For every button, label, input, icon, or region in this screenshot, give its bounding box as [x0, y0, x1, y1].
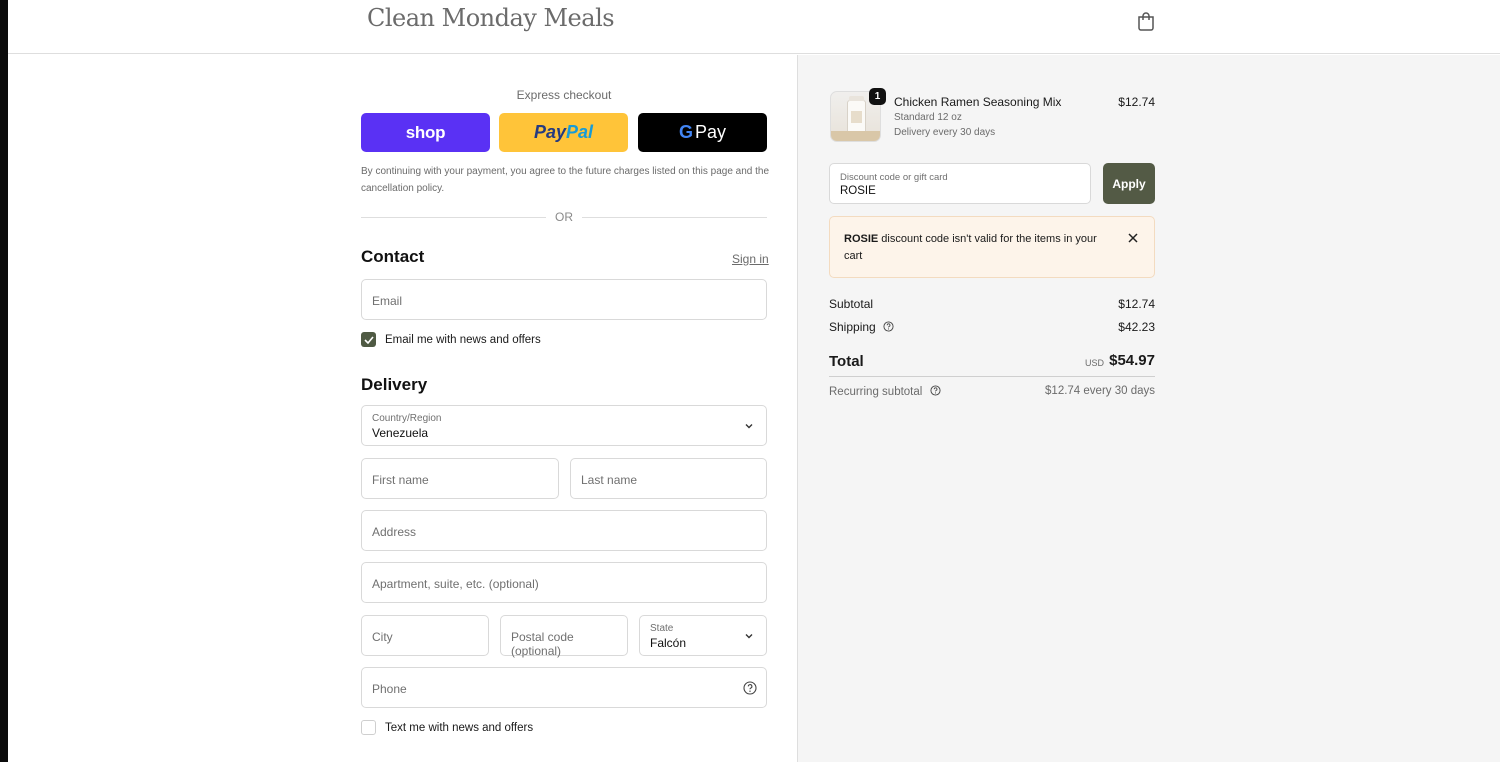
- total-value: $54.97: [1109, 352, 1155, 369]
- total-label: Total: [829, 353, 864, 370]
- discount-error-text: ROSIE discount code isn't valid for the …: [844, 231, 1114, 265]
- email-field[interactable]: Email: [361, 279, 767, 320]
- checkmark-icon: [363, 335, 374, 344]
- chevron-down-icon: [745, 424, 753, 429]
- country-select[interactable]: Country/Region Venezuela: [361, 405, 767, 446]
- help-circle-icon[interactable]: [929, 385, 941, 396]
- shipping-label: Shipping: [829, 320, 876, 334]
- city-placeholder: City: [372, 630, 393, 644]
- discount-error-code: ROSIE: [844, 233, 879, 245]
- paypal-label-pal: Pal: [566, 122, 594, 142]
- delivery-heading: Delivery: [361, 375, 428, 394]
- total-divider: [829, 376, 1155, 377]
- close-icon[interactable]: [1127, 232, 1139, 244]
- help-circle-icon[interactable]: [883, 321, 894, 332]
- apply-button[interactable]: Apply: [1103, 163, 1155, 204]
- subtotal-value: $12.74: [1118, 297, 1155, 311]
- subtotal-label: Subtotal: [829, 297, 874, 311]
- shop-pay-label: shop: [405, 122, 446, 142]
- payment-terms-text: By continuing with your payment, you agr…: [361, 166, 770, 194]
- discount-error-message: discount code isn't valid for the items …: [844, 233, 1097, 262]
- product-variant: Standard 12 oz: [894, 112, 962, 123]
- total-row: Total USD $54.97: [829, 351, 1155, 373]
- text-optin-label[interactable]: Text me with news and offers: [385, 722, 533, 734]
- email-optin-label[interactable]: Email me with news and offers: [385, 334, 541, 346]
- first-name-field[interactable]: First name: [361, 458, 559, 499]
- product-delivery-frequency: Delivery every 30 days: [894, 127, 996, 138]
- divider-line-right: [582, 217, 767, 218]
- header: Clean Monday Meals: [8, 0, 1500, 54]
- paypal-label-pay: Pay: [533, 122, 566, 142]
- shipping-value: $42.23: [1118, 320, 1155, 334]
- google-g-icon: G: [678, 122, 693, 142]
- or-divider: OR: [361, 210, 767, 224]
- shopping-bag-icon[interactable]: [1137, 11, 1155, 31]
- chevron-down-icon: [745, 634, 753, 639]
- shop-pay-button[interactable]: shop: [361, 113, 490, 152]
- email-placeholder: Email: [372, 294, 403, 308]
- total-currency: USD: [1084, 358, 1104, 368]
- product-name: Chicken Ramen Seasoning Mix: [894, 95, 1062, 109]
- discount-error-alert: ROSIE discount code isn't valid for the …: [829, 216, 1155, 278]
- express-checkout-title: Express checkout: [516, 88, 612, 102]
- contact-heading: Contact: [361, 247, 425, 266]
- help-circle-icon[interactable]: [743, 681, 757, 695]
- state-label: State: [650, 623, 674, 634]
- text-optin-checkbox[interactable]: [361, 720, 376, 735]
- google-pay-label: Pay: [694, 122, 727, 142]
- subtotal-row: Subtotal $12.74: [829, 297, 1155, 313]
- address-field[interactable]: Address: [361, 510, 767, 551]
- google-pay-button[interactable]: G Pay: [638, 113, 767, 152]
- discount-label: Discount code or gift card: [840, 172, 948, 183]
- paypal-button[interactable]: Pay Pal: [499, 113, 628, 152]
- recurring-value: $12.74 every 30 days: [1045, 385, 1155, 397]
- phone-field[interactable]: Phone: [361, 667, 767, 708]
- order-summary-panel: 1 Chicken Ramen Seasoning Mix Standard 1…: [797, 55, 1500, 762]
- product-price: $12.74: [1118, 95, 1155, 109]
- discount-code-field[interactable]: Discount code or gift card ROSIE: [829, 163, 1091, 204]
- postal-code-placeholder: Postal code (optional): [511, 630, 574, 658]
- apartment-placeholder: Apartment, suite, etc. (optional): [372, 577, 539, 591]
- postal-code-field[interactable]: Postal code (optional): [500, 615, 628, 658]
- recurring-subtotal-row: Recurring subtotal $12.74 every 30 days: [829, 385, 1155, 398]
- country-value: Venezuela: [372, 426, 429, 440]
- state-select[interactable]: State Falcón: [639, 615, 767, 656]
- phone-placeholder: Phone: [372, 682, 407, 696]
- last-name-placeholder: Last name: [581, 473, 638, 487]
- quantity-badge: 1: [869, 88, 886, 105]
- state-value: Falcón: [650, 636, 687, 650]
- brand-logo[interactable]: Clean Monday Meals: [367, 4, 615, 32]
- window-edge: [0, 0, 8, 762]
- country-label: Country/Region: [372, 413, 442, 424]
- recurring-label: Recurring subtotal: [829, 386, 923, 398]
- discount-value: ROSIE: [840, 185, 876, 197]
- apartment-field[interactable]: Apartment, suite, etc. (optional): [361, 562, 767, 603]
- address-placeholder: Address: [372, 525, 417, 539]
- first-name-placeholder: First name: [372, 473, 429, 487]
- city-field[interactable]: City: [361, 615, 489, 656]
- shipping-row: Shipping $42.23: [829, 320, 1155, 336]
- last-name-field[interactable]: Last name: [570, 458, 767, 499]
- email-optin-checkbox[interactable]: [361, 332, 376, 347]
- sign-in-link[interactable]: Sign in: [732, 252, 769, 266]
- checkout-form-panel: Express checkout shop Pay Pal G Pay By con…: [8, 55, 797, 762]
- product-jar-image: [847, 96, 866, 134]
